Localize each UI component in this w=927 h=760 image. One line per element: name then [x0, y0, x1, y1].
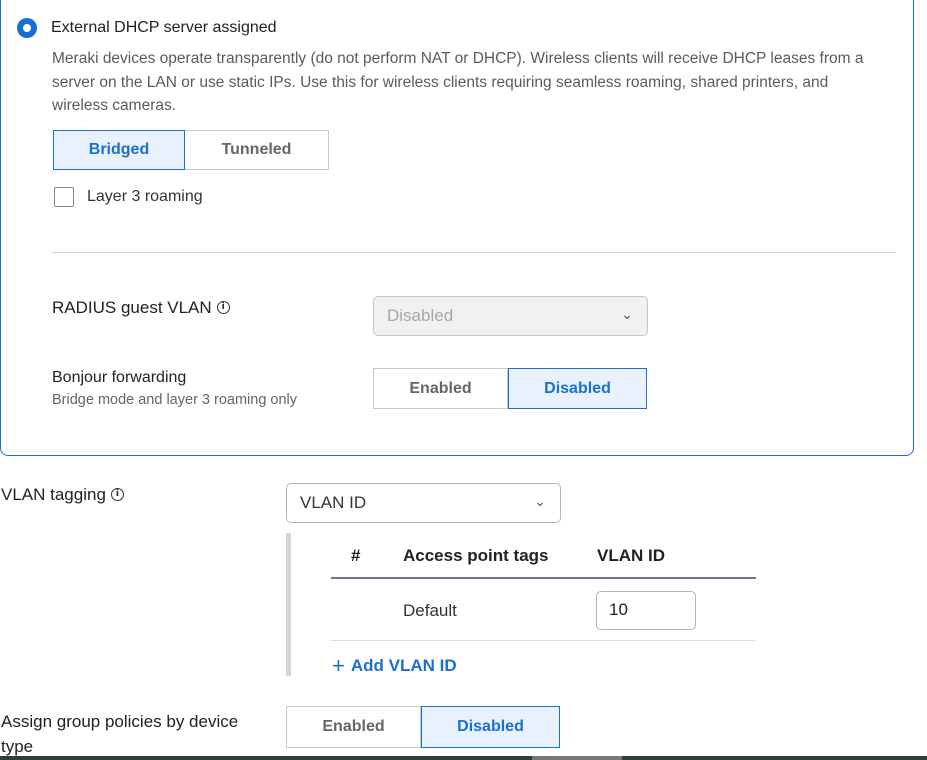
layer3-roaming-checkbox[interactable] — [54, 187, 74, 207]
bonjour-enabled-button[interactable]: Enabled — [373, 368, 508, 409]
dhcp-option-label: External DHCP server assigned — [51, 19, 277, 36]
vlan-tagging-text: VLAN tagging — [1, 485, 106, 504]
plus-icon: + — [332, 653, 345, 678]
bridge-mode-segmented-control: Bridged Tunneled — [53, 130, 329, 170]
bonjour-disabled-button[interactable]: Disabled — [508, 368, 647, 409]
radius-guest-vlan-select[interactable]: Disabled ⌄ — [373, 296, 648, 336]
section-divider — [52, 252, 896, 253]
add-vlan-id-label: Add VLAN ID — [350, 656, 457, 675]
vlan-tagging-value: VLAN ID — [300, 493, 367, 512]
info-icon[interactable]: i — [216, 301, 230, 314]
chevron-down-icon: ⌄ — [534, 493, 546, 509]
vlan-tagging-label: VLAN tagging i — [1, 485, 124, 505]
tunneled-button[interactable]: Tunneled — [185, 130, 329, 170]
add-vlan-id-link[interactable]: + Add VLAN ID — [332, 653, 457, 679]
scrollbar-thumb[interactable] — [532, 756, 622, 760]
group-policies-label: Assign group policies by device type — [1, 712, 239, 756]
bonjour-forwarding-label: Bonjour forwarding — [52, 369, 187, 386]
horizontal-scrollbar[interactable] — [0, 756, 927, 760]
radius-guest-vlan-label: RADIUS guest VLAN i — [52, 298, 230, 318]
chevron-down-icon: ⌄ — [621, 306, 633, 322]
table-header-number: # — [351, 546, 361, 565]
table-header-ap-tags: Access point tags — [403, 546, 549, 565]
bonjour-forwarding-sublabel: Bridge mode and layer 3 roaming only — [52, 392, 298, 408]
table-row-divider — [331, 640, 756, 641]
radius-guest-vlan-value: Disabled — [387, 306, 454, 325]
table-header-vlan-id: VLAN ID — [597, 546, 665, 565]
group-policies-disabled-button[interactable]: Disabled — [421, 706, 560, 748]
group-policies-enabled-button[interactable]: Enabled — [286, 706, 421, 748]
vlan-table-indicator — [286, 533, 291, 676]
ap-tag-cell: Default — [403, 601, 457, 620]
bridged-button[interactable]: Bridged — [53, 130, 185, 170]
vlan-id-input[interactable]: 10 — [596, 591, 696, 630]
vlan-tagging-select[interactable]: VLAN ID ⌄ — [286, 483, 561, 523]
radius-guest-vlan-text: RADIUS guest VLAN — [52, 298, 212, 317]
layer3-roaming-label: Layer 3 roaming — [87, 188, 203, 205]
table-header-divider — [331, 577, 756, 579]
info-icon[interactable]: i — [110, 488, 124, 501]
dhcp-radio-button[interactable] — [17, 18, 37, 38]
dhcp-option-card: External DHCP server assigned Meraki dev… — [0, 0, 914, 456]
bonjour-forwarding-segmented-control: Enabled Disabled — [373, 368, 647, 409]
group-policies-segmented-control: Enabled Disabled — [286, 706, 560, 748]
dhcp-option-description: Meraki devices operate transparently (do… — [52, 50, 864, 114]
